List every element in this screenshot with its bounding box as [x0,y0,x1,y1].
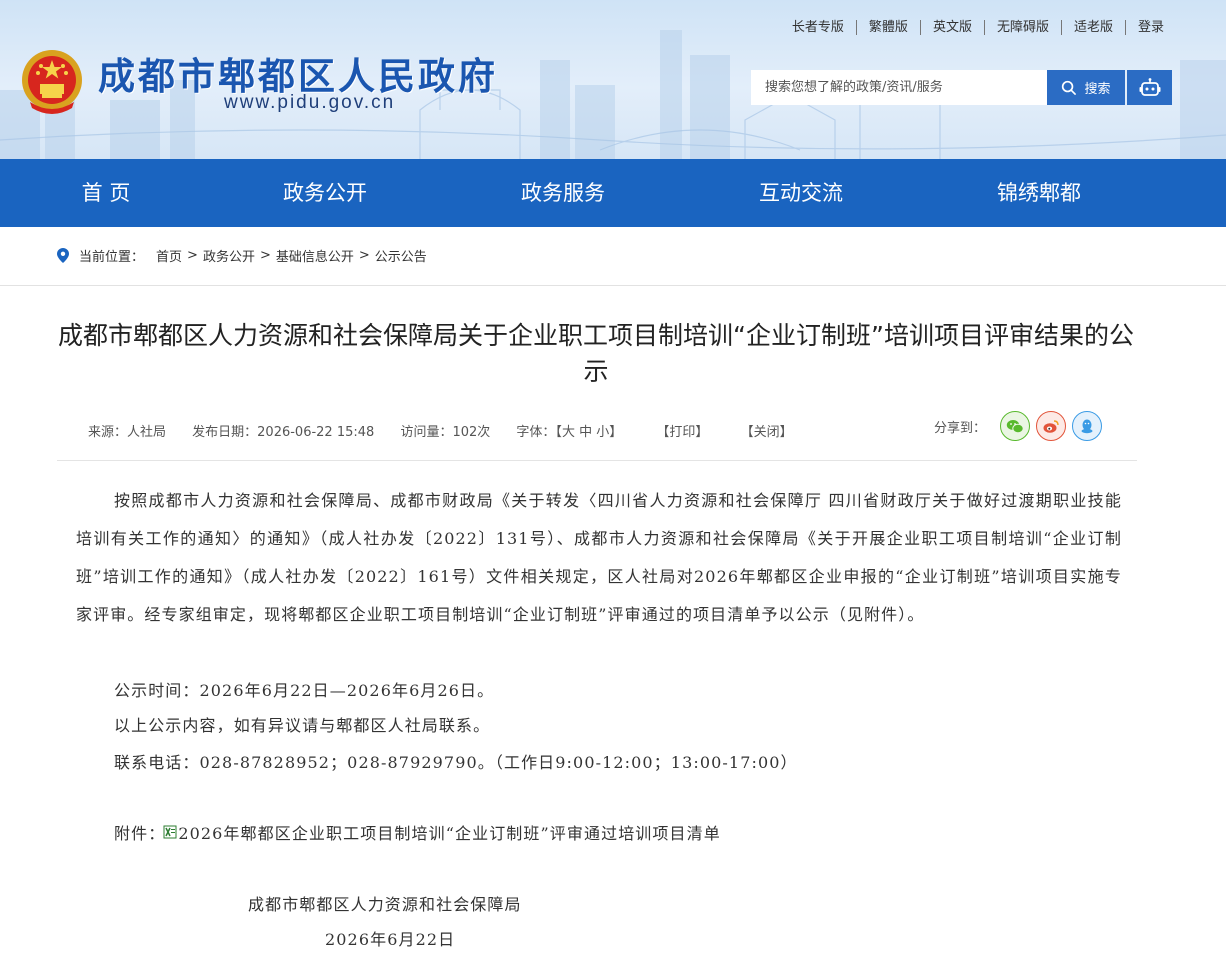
breadcrumb-label: 当前位置： [79,250,145,265]
nav-home[interactable]: 首 页 [16,159,196,227]
font-size-small[interactable]: 小 [596,425,609,440]
assistant-button[interactable] [1127,70,1172,105]
search-button[interactable]: 搜索 [1047,70,1125,105]
robot-icon [1139,77,1160,96]
contact-phone: 联系电话：028-87828952；028-87929790。（工作日9:00-… [114,753,798,772]
breadcrumb-divider [0,285,1226,286]
article-paragraph: 按照成都市人力资源和社会保障局、成都市财政局《关于转发〈四川省人力资源和社会保障… [76,491,1122,624]
top-link-elderly[interactable]: 长者专版 [780,20,857,35]
qq-icon[interactable] [1072,411,1103,441]
meta-date: 发布日期：2026-06-22 15:48 [192,425,375,440]
signature-date: 2026年6月22日 [325,930,456,949]
print-button[interactable]: 【打印】 [656,425,708,440]
font-size-bracket: 】 [609,425,623,440]
nav-pidu[interactable]: 锦绣郫都 [949,159,1129,227]
search-button-label: 搜索 [1084,82,1111,97]
location-pin-icon [57,248,69,263]
breadcrumb-separator: > [259,248,271,263]
breadcrumb-announcements[interactable]: 公示公告 [375,246,427,265]
main-nav: 首 页 政务公开 政务服务 互动交流 锦绣郫都 [0,159,1226,227]
font-size-label: 字体：【 [516,425,562,440]
announcement-period: 公示时间：2026年6月22日—2026年6月26日。 [114,681,495,700]
nav-government-services[interactable]: 政务服务 [473,159,653,227]
share-label: 分享到： [934,420,987,436]
site-url: www.pidu.gov.cn [224,92,396,113]
attachment-link[interactable]: 2026年郫都区企业职工项目制培训“企业订制班”评审通过培训项目清单 [178,820,720,844]
font-size-large[interactable]: 大 [562,425,575,440]
breadcrumb-basic-info[interactable]: 基础信息公开 [276,246,354,265]
share-bar: 分享到： [934,411,1108,441]
top-link-traditional[interactable]: 繁體版 [857,20,921,35]
wechat-icon[interactable] [1000,411,1031,441]
top-link-english[interactable]: 英文版 [921,20,985,35]
meta-views: 访问量：102次 [400,425,491,440]
meta-source: 来源：人社局 [88,425,167,440]
breadcrumb-separator: > [187,248,198,263]
excel-file-icon [163,825,177,839]
breadcrumb-home[interactable]: 首页 [156,246,182,265]
article-title: 成都市郫都区人力资源和社会保障局关于企业职工项目制培训“企业订制班”培训项目评审… [58,321,1134,386]
close-button[interactable]: 【关闭】 [741,425,793,440]
font-size-control: 字体：【大 中 小】 [516,425,622,440]
search-input[interactable] [751,70,1047,105]
search-icon [1062,80,1077,95]
top-link-senior[interactable]: 适老版 [1062,20,1126,35]
weibo-icon[interactable] [1036,411,1067,441]
breadcrumb-government-affairs[interactable]: 政务公开 [203,246,255,265]
national-emblem-logo [22,50,82,114]
attachment-row: 附件： 2026年郫都区企业职工项目制培训“企业订制班”评审通过培训项目清单 [114,820,721,844]
article-meta: 来源：人社局 发布日期：2026-06-22 15:48 访问量：102次 字体… [88,421,815,440]
objection-note: 以上公示内容，如有异议请与郫都区人社局联系。 [114,716,491,735]
signature-org: 成都市郫都区人力资源和社会保障局 [248,895,522,914]
site-header: 成都市郫都区人民政府 www.pidu.gov.cn 长者专版 繁體版 英文版 … [0,0,1226,159]
attachment-label: 附件： [114,824,166,843]
nav-interaction[interactable]: 互动交流 [711,159,891,227]
top-links: 长者专版 繁體版 英文版 无障碍版 适老版 登录 [780,20,1164,35]
breadcrumb: 当前位置： 首页 > 政务公开 > 基础信息公开 > 公示公告 [57,246,427,265]
font-size-medium[interactable]: 中 [579,425,592,440]
nav-government-affairs[interactable]: 政务公开 [235,159,415,227]
top-link-accessible[interactable]: 无障碍版 [985,20,1062,35]
breadcrumb-separator: > [358,248,370,263]
article-divider [57,460,1137,461]
top-link-login[interactable]: 登录 [1126,20,1164,35]
article-body: 按照成都市人力资源和社会保障局、成都市财政局《关于转发〈四川省人力资源和社会保障… [76,482,1122,634]
